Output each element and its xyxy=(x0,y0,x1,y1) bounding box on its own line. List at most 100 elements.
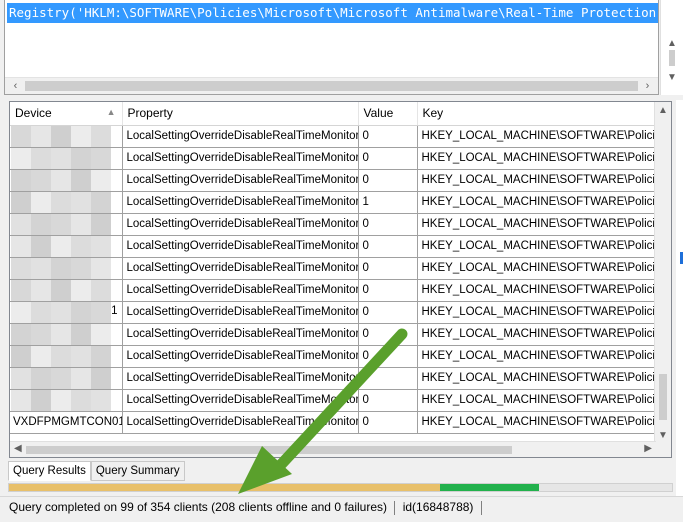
grid-hscroll-thumb[interactable] xyxy=(26,446,512,454)
redacted-block xyxy=(91,125,111,146)
redacted-block xyxy=(11,257,31,278)
query-editor[interactable]: Registry('HKLM:\SOFTWARE\Policies\Micros… xyxy=(4,0,659,95)
redacted-block xyxy=(31,235,51,256)
table-row[interactable]: LocalSettingOverrideDisableRealTimeMonit… xyxy=(10,191,657,214)
table-row[interactable]: VXDFPMGMTCON01 LocalSettingOverrideDisabl… xyxy=(10,411,657,434)
redacted-block xyxy=(11,169,31,190)
redacted-block xyxy=(51,147,71,168)
cell-key: HKEY_LOCAL_MACHINE\SOFTWARE\Policies\ xyxy=(417,257,657,280)
cell-property: LocalSettingOverrideDisableRealTimeMonit… xyxy=(122,301,359,324)
table-row[interactable]: LocalSettingOverrideDisableRealTimeMonit… xyxy=(10,345,657,368)
cell-device xyxy=(10,169,123,192)
cell-property: LocalSettingOverrideDisableRealTimeMonit… xyxy=(122,235,359,258)
scroll-left-icon[interactable]: ◀ xyxy=(14,443,22,454)
cell-key: HKEY_LOCAL_MACHINE\SOFTWARE\Policies\ xyxy=(417,411,657,434)
redacted-block xyxy=(91,345,111,366)
redacted-block xyxy=(11,389,31,410)
status-bar: Query completed on 99 of 354 clients (20… xyxy=(0,496,683,518)
redacted-block xyxy=(11,191,31,212)
column-header-value[interactable]: Value xyxy=(358,102,418,126)
cell-property: LocalSettingOverrideDisableRealTimeMonit… xyxy=(122,323,359,346)
scroll-down-icon[interactable]: ▼ xyxy=(661,72,683,83)
redacted-block xyxy=(51,191,71,212)
results-grid[interactable]: Device ▲ Property Value Key LocalSettingO… xyxy=(9,101,672,458)
redacted-block xyxy=(11,213,31,234)
cell-device xyxy=(10,279,123,302)
editor-scroll-thumb[interactable] xyxy=(25,81,638,91)
table-row[interactable]: 1 LocalSettingOverrideDisableRealTimeMoni… xyxy=(10,301,657,324)
cell-value: 0 xyxy=(358,411,418,434)
redacted-block xyxy=(91,279,111,300)
grid-horizontal-scrollbar[interactable]: ◀ ▶ xyxy=(10,441,656,457)
column-header-key[interactable]: Key xyxy=(417,102,657,126)
redacted-block xyxy=(71,345,91,366)
grid-vertical-scrollbar[interactable]: ▲ ▼ xyxy=(654,102,671,457)
tab-query-summary[interactable]: Query Summary xyxy=(90,461,185,481)
cell-key: HKEY_LOCAL_MACHINE\SOFTWARE\Policies\ xyxy=(417,125,657,148)
table-row[interactable]: LocalSettingOverrideDisableRealTimeMonit… xyxy=(10,125,657,148)
redacted-block xyxy=(51,389,71,410)
redacted-block xyxy=(71,125,91,146)
header-row: Device ▲ Property Value Key xyxy=(10,102,657,126)
editor-vertical-scrollbar[interactable]: ▲ ▼ xyxy=(660,0,683,95)
redacted-block xyxy=(71,301,91,322)
table-row[interactable]: LocalSettingOverrideDisableRealTimeMonit… xyxy=(10,367,657,390)
column-header-device[interactable]: Device ▲ xyxy=(10,102,123,126)
scroll-left-icon[interactable]: ‹ xyxy=(7,78,24,94)
query-text[interactable]: Registry('HKLM:\SOFTWARE\Policies\Micros… xyxy=(7,3,658,23)
cell-key: HKEY_LOCAL_MACHINE\SOFTWARE\Policies\ xyxy=(417,235,657,258)
redacted-block xyxy=(11,279,31,300)
redacted-block xyxy=(71,147,91,168)
redacted-block xyxy=(31,367,51,388)
scroll-up-icon[interactable]: ▲ xyxy=(661,38,683,49)
result-tabs: Query Results Query Summary xyxy=(8,461,185,481)
column-header-property[interactable]: Property xyxy=(122,102,359,126)
redacted-block xyxy=(71,191,91,212)
cell-device xyxy=(10,191,123,214)
cell-device xyxy=(10,389,123,412)
redacted-block xyxy=(91,191,111,212)
table-row[interactable]: LocalSettingOverrideDisableRealTimeMonit… xyxy=(10,257,657,280)
scroll-up-icon[interactable]: ▲ xyxy=(655,105,671,116)
cell-value xyxy=(358,367,418,390)
status-query-id: id(16848788) xyxy=(402,500,474,514)
cell-property: LocalSettingOverrideDisableRealTimeMonit… xyxy=(122,125,359,148)
cell-device xyxy=(10,257,123,280)
redacted-block xyxy=(71,367,91,388)
editor-vscroll-thumb[interactable] xyxy=(669,50,675,66)
cell-property: LocalSettingOverrideDisableRealTimeMonit… xyxy=(122,169,359,192)
cell-key: HKEY_LOCAL_MACHINE\SOFTWARE\Policies\ xyxy=(417,301,657,324)
results-table: Device ▲ Property Value Key LocalSettingO… xyxy=(10,102,657,434)
redacted-block xyxy=(11,345,31,366)
scroll-right-icon[interactable]: ▶ xyxy=(644,443,652,454)
redacted-block xyxy=(31,169,51,190)
redacted-block xyxy=(31,125,51,146)
redacted-block xyxy=(51,169,71,190)
table-row[interactable]: LocalSettingOverrideDisableRealTimeMonit… xyxy=(10,169,657,192)
redacted-block xyxy=(11,367,31,388)
scroll-down-icon[interactable]: ▼ xyxy=(655,430,671,441)
redacted-block xyxy=(71,257,91,278)
editor-horizontal-scrollbar[interactable]: ‹ › xyxy=(5,77,658,94)
cell-key: HKEY_LOCAL_MACHINE\SOFTWARE\Policies\ xyxy=(417,345,657,368)
cell-property: LocalSettingOverrideDisableRealTimeMonit… xyxy=(122,213,359,236)
table-row[interactable]: LocalSettingOverrideDisableRealTimeMonit… xyxy=(10,323,657,346)
cell-property: LocalSettingOverrideDisableRealTimeMonit… xyxy=(122,411,359,434)
grid-vscroll-thumb[interactable] xyxy=(659,374,667,420)
table-row[interactable]: LocalSettingOverrideDisableRealTimeMonit… xyxy=(10,389,657,412)
cell-value: 0 xyxy=(358,235,418,258)
table-row[interactable]: LocalSettingOverrideDisableRealTimeMonit… xyxy=(10,213,657,236)
table-row[interactable]: LocalSettingOverrideDisableRealTimeMonit… xyxy=(10,235,657,258)
redacted-block xyxy=(71,169,91,190)
cell-value: 0 xyxy=(358,257,418,280)
cell-value: 0 xyxy=(358,213,418,236)
tab-query-results[interactable]: Query Results xyxy=(8,461,91,481)
cell-device: VXDFPMGMTCON01 xyxy=(10,411,123,434)
table-row[interactable]: LocalSettingOverrideDisableRealTimeMonit… xyxy=(10,147,657,170)
table-row[interactable]: LocalSettingOverrideDisableRealTimeMonit… xyxy=(10,279,657,302)
redacted-block xyxy=(91,389,111,410)
redacted-block xyxy=(11,147,31,168)
scroll-right-icon[interactable]: › xyxy=(639,78,656,94)
cell-value: 0 xyxy=(358,279,418,302)
redacted-block xyxy=(51,301,71,322)
